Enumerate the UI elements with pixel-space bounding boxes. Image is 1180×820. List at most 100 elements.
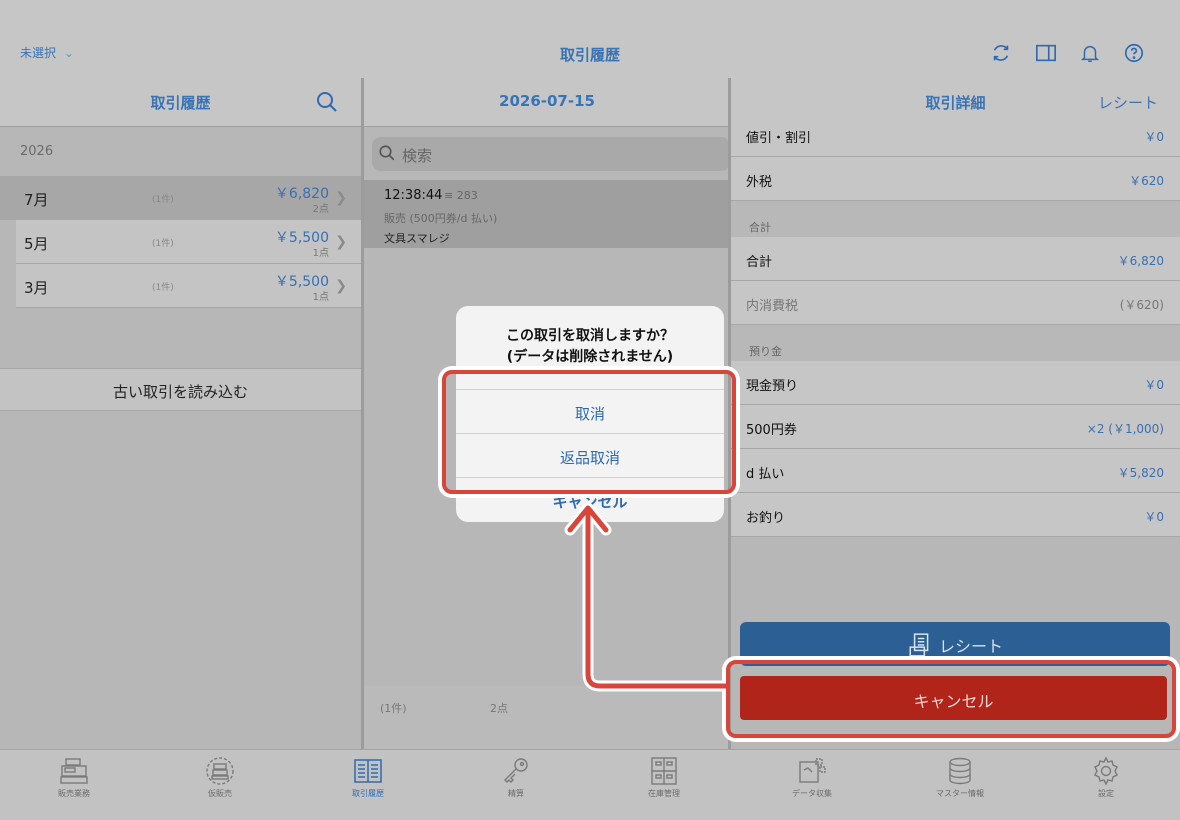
detail-label: 外税 bbox=[746, 175, 773, 190]
transaction-kind: 販売 (500円券/d 払い) bbox=[384, 212, 498, 225]
month-count: (1件) bbox=[152, 195, 174, 205]
detail-row: 合計 ￥6,820 bbox=[731, 237, 1180, 281]
chevron-right-icon: ❯ bbox=[335, 234, 347, 250]
transaction-shop: 文具スマレジ bbox=[384, 232, 450, 245]
chevron-right-icon: ❯ bbox=[335, 278, 347, 294]
annotation-arrow bbox=[564, 502, 726, 692]
footer-count: (1件) bbox=[380, 702, 407, 715]
month-row[interactable]: 5月 (1件) ￥5,500 1点 ❯ bbox=[16, 220, 361, 264]
detail-row: 値引・割引 ￥0 bbox=[731, 113, 1180, 157]
history-book-icon bbox=[352, 756, 384, 786]
year-label: 2026 bbox=[20, 144, 54, 159]
middle-header-date: 2026-07-15 bbox=[499, 92, 595, 110]
detail-row: 500円券 ×2 (￥1,000) bbox=[731, 405, 1180, 449]
month-row[interactable]: 3月 (1件) ￥5,500 1点 ❯ bbox=[16, 264, 361, 308]
database-icon bbox=[944, 756, 976, 786]
tab-label: 設定 bbox=[1098, 789, 1114, 798]
receipt-printer-icon bbox=[907, 632, 933, 658]
month-points: 1点 bbox=[312, 292, 329, 303]
month-list-panel: 取引履歴 2026 7月 (1件) ￥6,820 2点 ❯ 5月 (1件) ￥5… bbox=[0, 78, 361, 749]
receipt-button-label: レシート bbox=[938, 637, 1003, 656]
footer-points: 2点 bbox=[490, 702, 508, 715]
detail-value: ×2 (￥1,000) bbox=[1086, 422, 1164, 436]
tab-inventory[interactable]: 在庫管理 bbox=[594, 756, 734, 799]
detail-label: 値引・割引 bbox=[746, 131, 812, 146]
dialog-message-line2: (データは削除されません) bbox=[506, 349, 674, 365]
month-points: 1点 bbox=[312, 248, 329, 259]
split-view-icon[interactable] bbox=[1035, 42, 1057, 64]
bottom-tab-bar: 販売業務 仮販売 取引履歴 精算 在庫管理 データ収集 マスター情報 設定 bbox=[0, 749, 1180, 820]
dialog-message: この取引を取消しますか？ (データは削除されません) bbox=[456, 326, 724, 368]
register-icon bbox=[58, 756, 90, 786]
month-count: (1件) bbox=[152, 239, 174, 249]
tab-temp-sale[interactable]: 仮販売 bbox=[150, 756, 290, 799]
tab-data-collection[interactable]: データ収集 bbox=[742, 756, 882, 799]
detail-value: ￥620 bbox=[1129, 174, 1164, 188]
month-count: (1件) bbox=[152, 283, 174, 293]
detail-label: お釣り bbox=[746, 511, 786, 526]
section-header: 預り金 bbox=[731, 325, 1180, 361]
left-header-title: 取引履歴 bbox=[150, 94, 211, 112]
left-header: 取引履歴 bbox=[0, 78, 361, 127]
transaction-number: ≡ 283 bbox=[444, 189, 478, 202]
month-label: 5月 bbox=[24, 235, 49, 253]
gear-icon bbox=[1090, 756, 1122, 786]
detail-label: 現金預り bbox=[746, 379, 799, 394]
tab-label: マスター情報 bbox=[936, 789, 984, 798]
section-header: 合計 bbox=[731, 201, 1180, 237]
tab-sales[interactable]: 販売業務 bbox=[4, 756, 144, 799]
key-icon bbox=[500, 756, 532, 786]
tab-history[interactable]: 取引履歴 bbox=[298, 756, 438, 799]
detail-row: お釣り ￥0 bbox=[731, 493, 1180, 537]
tab-settings[interactable]: 設定 bbox=[1036, 756, 1176, 799]
detail-label: d 払い bbox=[746, 467, 785, 482]
detail-label: 500円券 bbox=[746, 423, 797, 438]
tab-label: 仮販売 bbox=[208, 789, 232, 798]
cabinet-icon bbox=[648, 756, 680, 786]
transaction-row[interactable]: 12:38:44 ≡ 283 販売 (500円券/d 払い) 文具スマレジ bbox=[364, 180, 730, 248]
tab-label: データ収集 bbox=[792, 789, 832, 798]
receipt-link[interactable]: レシート bbox=[1098, 92, 1158, 113]
transaction-detail-panel: 取引詳細 レシート 値引・割引 ￥0 外税 ￥620 合計 合計 ￥6,820 … bbox=[731, 78, 1180, 749]
detail-row: 外税 ￥620 bbox=[731, 157, 1180, 201]
month-points: 2点 bbox=[312, 204, 329, 215]
tab-label: 在庫管理 bbox=[648, 789, 680, 798]
month-label: 3月 bbox=[24, 279, 49, 297]
top-bar: 未選択 ⌄ 取引履歴 bbox=[0, 0, 1180, 78]
highlight-cancel-button bbox=[726, 660, 1176, 738]
detail-row: 現金預り ￥0 bbox=[731, 361, 1180, 405]
detail-value: ￥5,820 bbox=[1117, 466, 1164, 480]
transaction-time: 12:38:44 bbox=[384, 188, 443, 203]
sync-icon[interactable] bbox=[990, 42, 1012, 64]
detail-label: 合計 bbox=[746, 255, 773, 270]
section-title: 預り金 bbox=[749, 345, 782, 358]
detail-value: (￥620) bbox=[1119, 298, 1164, 312]
bell-icon[interactable] bbox=[1079, 42, 1101, 64]
detail-value: ￥0 bbox=[1144, 510, 1164, 524]
detail-value: ￥0 bbox=[1144, 378, 1164, 392]
help-icon[interactable] bbox=[1123, 42, 1145, 64]
tab-label: 取引履歴 bbox=[352, 789, 384, 798]
load-old-transactions-button[interactable]: 古い取引を読み込む bbox=[0, 368, 361, 411]
search-input[interactable]: 検索 bbox=[372, 137, 730, 171]
detail-value: ￥0 bbox=[1144, 130, 1164, 144]
chevron-right-icon: ❯ bbox=[335, 190, 347, 206]
detail-value: ￥6,820 bbox=[1117, 254, 1164, 268]
detail-row: 内消費税 (￥620) bbox=[731, 281, 1180, 325]
tab-label: 販売業務 bbox=[58, 789, 90, 798]
month-label: 7月 bbox=[24, 191, 49, 209]
month-row[interactable]: 7月 (1件) ￥6,820 2点 ❯ bbox=[0, 176, 361, 220]
highlight-dialog-options bbox=[442, 370, 736, 494]
section-title: 合計 bbox=[749, 221, 771, 234]
temp-sale-icon bbox=[204, 756, 236, 786]
detail-row: d 払い ￥5,820 bbox=[731, 449, 1180, 493]
tab-settlement[interactable]: 精算 bbox=[446, 756, 586, 799]
tab-label: 精算 bbox=[508, 789, 524, 798]
search-icon bbox=[378, 144, 396, 162]
search-icon[interactable] bbox=[315, 90, 339, 114]
data-collect-icon bbox=[796, 756, 828, 786]
detail-label: 内消費税 bbox=[746, 299, 799, 314]
tab-master-info[interactable]: マスター情報 bbox=[890, 756, 1030, 799]
middle-header: 2026-07-15 bbox=[364, 78, 730, 127]
dialog-message-line1: この取引を取消しますか？ bbox=[506, 328, 674, 344]
